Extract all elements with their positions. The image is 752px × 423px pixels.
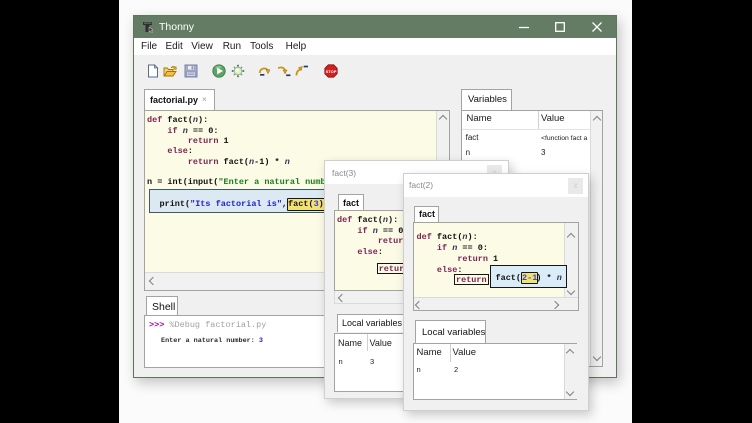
svg-text:STOP: STOP bbox=[326, 69, 337, 74]
